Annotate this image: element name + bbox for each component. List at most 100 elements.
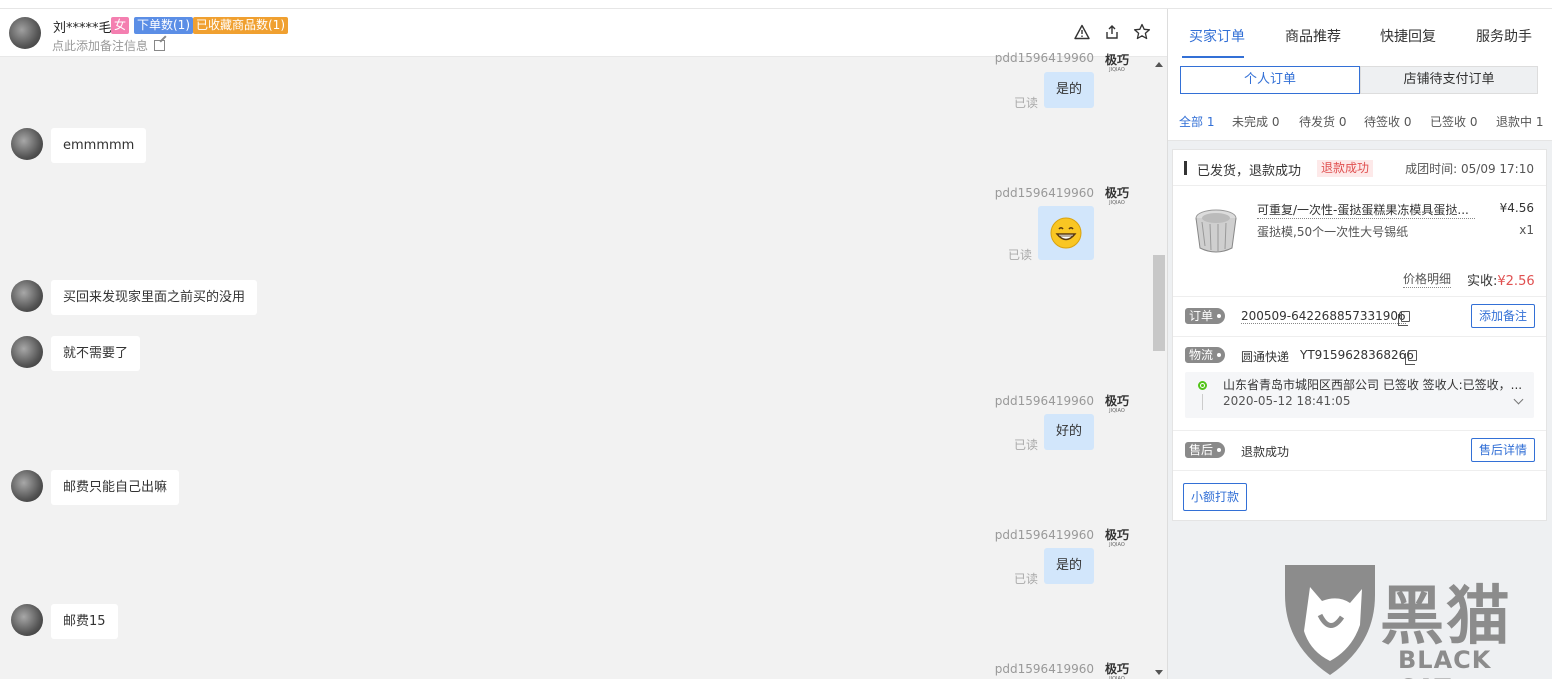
black-cat-logo-icon [1285, 565, 1375, 675]
product-quantity: x1 [1519, 223, 1534, 237]
share-icon[interactable] [1103, 23, 1121, 41]
tab-service-assistant[interactable]: 服务助手 [1476, 26, 1532, 46]
aftersale-status: 退款成功 [1241, 445, 1290, 459]
read-status: 已读 [1014, 96, 1039, 110]
product-name-link[interactable]: 可重复/一次性-蛋挞蛋糕果冻模具蛋挞... [1257, 201, 1475, 219]
copy-icon[interactable] [1405, 350, 1417, 365]
shop-logo-text: 极巧 [1104, 528, 1129, 542]
customer-message-avatar [11, 604, 43, 636]
chat-area: 刘*****毛 女 下单数(1) 已收藏商品数(1) 点此添加备注信息 pdd1… [0, 9, 1167, 679]
tab-buyer-orders[interactable]: 买家订单 [1189, 26, 1245, 46]
shop-sender-name: pdd1596419960 [994, 662, 1094, 676]
add-note-button[interactable]: 添加备注 [1471, 304, 1536, 328]
add-note-link[interactable]: 点此添加备注信息 [52, 37, 166, 54]
warning-icon[interactable] [1073, 23, 1091, 41]
divider [1173, 470, 1546, 471]
order-subtabs: 个人订单 店铺待支付订单 [1168, 59, 1552, 99]
read-status: 已读 [1014, 438, 1039, 452]
paid-amount: ¥2.56 [1497, 274, 1535, 289]
orders-count-tag: 下单数(1) [134, 17, 193, 34]
price-detail-link[interactable]: 价格明细 [1403, 270, 1452, 288]
message-bubble-customer: 邮费15 [51, 604, 118, 639]
scroll-thumb[interactable] [1153, 255, 1165, 351]
order-number: 200509-642268857331906 [1241, 309, 1406, 324]
customer-name: 刘*****毛 [53, 21, 112, 36]
order-card: 已发货，退款成功 退款成功 成团时间: 05/09 17:10 可重复/一次性-… [1172, 149, 1547, 521]
shop-logo-sub: JIQIAO [1109, 542, 1125, 548]
chevron-down-icon[interactable] [1513, 394, 1524, 405]
filter-incomplete[interactable]: 未完成 0 [1232, 113, 1279, 130]
header-actions [1073, 23, 1151, 41]
timeline-line [1202, 394, 1203, 410]
customer-avatar[interactable] [9, 17, 41, 49]
watermark-subtext: BLACK CAT [1398, 646, 1492, 679]
logistics-timeline[interactable]: 山东省青岛市城阳区西部公司 已签收 签收人:已签收，... 2020-05-12… [1185, 372, 1534, 418]
shop-sender-name: pdd1596419960 [994, 186, 1094, 200]
divider [1173, 336, 1546, 337]
message-bubble-customer: 就不需要了 [51, 336, 141, 371]
top-bar [0, 0, 1552, 9]
message-emoji-bubble [1038, 206, 1094, 260]
customer-message-avatar [11, 336, 43, 368]
divider [1173, 430, 1546, 431]
aftersale-tag: 售后 [1185, 442, 1226, 458]
filter-refunding[interactable]: 退款中 1 [1496, 113, 1543, 130]
filter-all[interactable]: 全部 1 [1179, 113, 1214, 130]
message-bubble-customer: 邮费只能自己出嘛 [51, 470, 180, 505]
watermark-text: 黑猫 [1380, 580, 1512, 654]
shop-avatar: 极巧 JIQIAO [1104, 186, 1130, 212]
shop-logo-text: 极巧 [1104, 662, 1129, 676]
scroll-down-arrow-icon[interactable] [1155, 670, 1163, 675]
star-icon[interactable] [1133, 23, 1151, 41]
edit-icon [154, 40, 166, 51]
shop-avatar: 极巧 JIQIAO [1104, 394, 1130, 420]
shop-avatar: 极巧 JIQIAO [1104, 662, 1130, 679]
customer-message-avatar [11, 280, 43, 312]
subtab-personal-orders[interactable]: 个人订单 [1180, 66, 1360, 94]
aftersale-detail-button[interactable]: 售后详情 [1471, 438, 1536, 462]
refund-status-badge: 退款成功 [1317, 160, 1374, 177]
shop-sender-name: pdd1596419960 [994, 51, 1094, 65]
product-image[interactable] [1186, 204, 1244, 258]
watermark: 黑猫 BLACK CAT [1280, 560, 1552, 679]
message-bubble-shop: 是的 [1043, 72, 1094, 108]
panel-tabs: 买家订单 商品推荐 快捷回复 服务助手 [1168, 9, 1552, 59]
message-bubble-shop: 是的 [1043, 548, 1094, 584]
divider [1173, 296, 1546, 297]
tab-quick-reply[interactable]: 快捷回复 [1380, 26, 1436, 46]
chat-scrollbar[interactable] [1151, 57, 1167, 679]
shop-logo-text: 极巧 [1104, 394, 1129, 408]
filter-pending-receipt[interactable]: 待签收 0 [1364, 113, 1411, 130]
filter-received[interactable]: 已签收 0 [1430, 113, 1477, 130]
subtab-pending-payment-orders[interactable]: 店铺待支付订单 [1360, 66, 1538, 94]
active-tab-indicator [1182, 56, 1244, 58]
tab-product-recommend[interactable]: 商品推荐 [1285, 26, 1341, 46]
shop-avatar: 极巧 JIQIAO [1104, 528, 1130, 554]
filter-pending-shipment[interactable]: 待发货 0 [1299, 113, 1346, 130]
scroll-up-arrow-icon[interactable] [1155, 62, 1163, 67]
group-time: 成团时间: 05/09 17:10 [1405, 162, 1534, 176]
chat-header: 刘*****毛 女 下单数(1) 已收藏商品数(1) 点此添加备注信息 [0, 9, 1167, 57]
customer-message-avatar [11, 128, 43, 160]
message-bubble-customer: emmmmm [51, 128, 147, 163]
grin-emoji-icon [1050, 217, 1082, 249]
logistics-tag: 物流 [1185, 347, 1226, 363]
copy-icon[interactable] [1398, 311, 1410, 326]
shop-logo-sub: JIQIAO [1109, 67, 1125, 73]
paid-amount-row: 实收:¥2.56 [1467, 270, 1535, 289]
customer-message-avatar [11, 470, 43, 502]
message-bubble-shop: 好的 [1043, 414, 1094, 450]
shop-sender-name: pdd1596419960 [994, 528, 1094, 542]
shop-logo-sub: JIQIAO [1109, 200, 1125, 206]
order-filters: 全部 1 未完成 0 待发货 0 待签收 0 已签收 0 退款中 1 [1168, 99, 1552, 141]
logistics-time: 2020-05-12 18:41:05 [1223, 394, 1351, 408]
favorites-count-tag: 已收藏商品数(1) [193, 17, 288, 34]
product-spec: 蛋挞模,50个一次性大号锡纸 [1257, 225, 1409, 239]
read-status: 已读 [1008, 248, 1033, 262]
small-payment-button[interactable]: 小额打款 [1183, 483, 1248, 511]
read-status: 已读 [1014, 572, 1039, 586]
note-placeholder: 点此添加备注信息 [52, 39, 149, 53]
logistics-status: 山东省青岛市城阳区西部公司 已签收 签收人:已签收，... [1223, 378, 1523, 392]
shop-sender-name: pdd1596419960 [994, 394, 1094, 408]
status-dot-icon [1198, 381, 1207, 390]
